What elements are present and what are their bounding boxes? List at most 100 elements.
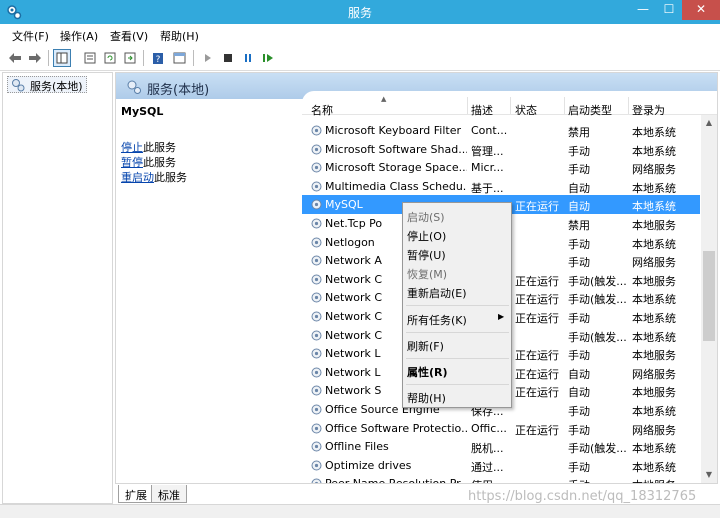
tab-extended[interactable]: 扩展 (118, 485, 154, 503)
maximize-button[interactable]: ☐ (656, 0, 682, 20)
cell-startup-type: 禁用 (568, 126, 590, 139)
cell-log-on-as: 本地服务 (632, 386, 676, 400)
back-arrow-icon[interactable] (6, 49, 24, 67)
table-row[interactable]: Peer Name Resolution Pr... 使用... 手动本地服务 (302, 474, 700, 483)
table-row[interactable]: Microsoft Storage Space... Micr... 手动 网络服务 (302, 158, 700, 177)
toolbar: ? (0, 45, 720, 71)
service-gear-icon (311, 162, 322, 173)
vertical-scrollbar[interactable]: ▲ ▼ (701, 115, 717, 483)
mmc-view-icon[interactable] (170, 49, 188, 67)
cell-log-on-as: 本地服务 (632, 477, 698, 483)
cell-startup-type: 自动 (568, 181, 590, 195)
column-divider[interactable] (510, 97, 511, 114)
stop-icon[interactable] (219, 49, 237, 67)
service-gear-icon (311, 404, 322, 415)
cell-log-on-as: 网络服务 (632, 256, 676, 270)
table-row[interactable]: Multimedia Class Schedu... 基于... 自动 本地系统 (302, 177, 700, 196)
restart-icon[interactable] (259, 49, 277, 67)
forward-arrow-icon[interactable] (26, 49, 44, 67)
cell-name: Microsoft Storage Space... (325, 161, 467, 175)
table-row[interactable]: Microsoft Keyboard Filter Cont... 禁用 本地系统 (302, 121, 700, 140)
menu-help[interactable]: 帮助(H) (160, 28, 199, 44)
export-list-icon[interactable] (121, 49, 139, 67)
help-icon[interactable]: ? (149, 49, 167, 67)
cell-startup-type: 手动 (568, 349, 590, 363)
column-divider[interactable] (467, 97, 468, 114)
pause-icon[interactable] (239, 49, 257, 67)
column-divider[interactable] (564, 97, 565, 114)
close-button[interactable]: ✕ (682, 0, 720, 20)
cell-description: 脱机... (471, 442, 504, 456)
service-gear-icon (311, 199, 322, 210)
service-gear-icon (311, 255, 322, 266)
cell-name: Offline Files (325, 440, 389, 454)
stop-service-link[interactable]: 停止 (121, 141, 143, 154)
column-header-desc[interactable]: 描述 (471, 102, 493, 118)
cell-log-on-as: 网络服务 (632, 163, 676, 177)
console-tree: 服务(本地) (2, 72, 113, 504)
services-gear-icon (127, 80, 141, 94)
tree-node-services-local[interactable]: 服务(本地) (7, 76, 87, 93)
table-row[interactable]: Office Software Protectio... Offic... 正在运行… (302, 419, 700, 438)
cell-status: 正在运行 (515, 200, 559, 214)
cell-log-on-as: 本地系统 (632, 460, 676, 474)
cell-log-on-as: 本地系统 (632, 293, 676, 307)
scroll-down-arrow-icon[interactable]: ▼ (701, 467, 717, 483)
cell-log-on-as: 本地服务 (632, 219, 676, 232)
status-bar (0, 504, 720, 518)
cell-startup-type: 手动 (568, 144, 590, 158)
cell-log-on-as: 本地系统 (632, 442, 676, 456)
menu-item-stop[interactable]: 停止(O) (406, 225, 509, 244)
column-divider[interactable] (628, 97, 629, 114)
column-header-name[interactable]: 名称 (311, 102, 333, 118)
submenu-arrow-icon: ▶ (498, 312, 505, 321)
menu-separator (406, 332, 509, 333)
cell-startup-type: 手动 (568, 405, 590, 418)
menu-item-resume[interactable]: 恢复(M) (406, 263, 509, 282)
menu-action[interactable]: 操作(A) (60, 28, 98, 44)
menu-item-help[interactable]: 帮助(H) (406, 387, 509, 406)
column-header-status[interactable]: 状态 (515, 102, 537, 118)
column-header-logon[interactable]: 登录为 (632, 102, 665, 118)
cell-description: 使用... (471, 477, 507, 483)
sort-ascending-icon: ▲ (381, 95, 387, 103)
service-gear-icon (311, 330, 322, 341)
menu-file[interactable]: 文件(F) (12, 28, 49, 44)
menu-item-refresh[interactable]: 刷新(F) (406, 335, 509, 354)
table-row[interactable]: Microsoft Software Shad... 管理... 手动 本地系统 (302, 140, 700, 159)
menu-item-all-tasks[interactable]: 所有任务(K) ▶ (406, 309, 509, 328)
menu-item-start[interactable]: 启动(S) (406, 206, 509, 225)
menu-item-pause[interactable]: 暂停(U) (406, 244, 509, 263)
toolbar-separator (48, 50, 49, 66)
menu-view[interactable]: 查看(V) (110, 28, 148, 44)
menu-separator (406, 384, 509, 385)
scrollbar-thumb[interactable] (703, 251, 715, 341)
refresh-icon[interactable] (101, 49, 119, 67)
service-gear-icon (311, 292, 322, 303)
menu-item-properties[interactable]: 属性(R) (406, 361, 509, 380)
cell-log-on-as: 本地服务 (632, 349, 676, 363)
column-header-startup[interactable]: 启动类型 (568, 102, 612, 118)
cell-log-on-as: 本地系统 (632, 237, 676, 251)
cell-log-on-as: 网络服务 (632, 367, 676, 381)
play-icon[interactable] (199, 49, 217, 67)
cell-startup-type: 手动 (568, 423, 590, 437)
restart-service-link[interactable]: 重启动 (121, 171, 154, 184)
table-row[interactable]: Offline Files 脱机... 手动(触发... 本地系统 (302, 437, 700, 456)
menu-separator (406, 305, 509, 306)
cell-name: Microsoft Keyboard Filter (325, 124, 462, 137)
cell-description: Cont... (471, 124, 507, 137)
properties-icon[interactable] (81, 49, 99, 67)
menu-item-restart[interactable]: 重新启动(E) (406, 282, 509, 301)
pane-title: 服务(本地) (147, 83, 210, 98)
cell-description: 基于... (471, 181, 504, 195)
tab-standard[interactable]: 标准 (151, 485, 187, 503)
cell-status: 正在运行 (515, 312, 559, 325)
scroll-up-arrow-icon[interactable]: ▲ (701, 115, 717, 131)
services-gear-icon (12, 79, 25, 92)
console-tree-icon[interactable] (53, 49, 71, 67)
cell-status: 正在运行 (515, 274, 559, 288)
table-row[interactable]: Optimize drives 通过... 手动 本地系统 (302, 456, 700, 475)
pause-service-link[interactable]: 暂停 (121, 156, 143, 169)
minimize-button[interactable]: — (630, 0, 656, 20)
